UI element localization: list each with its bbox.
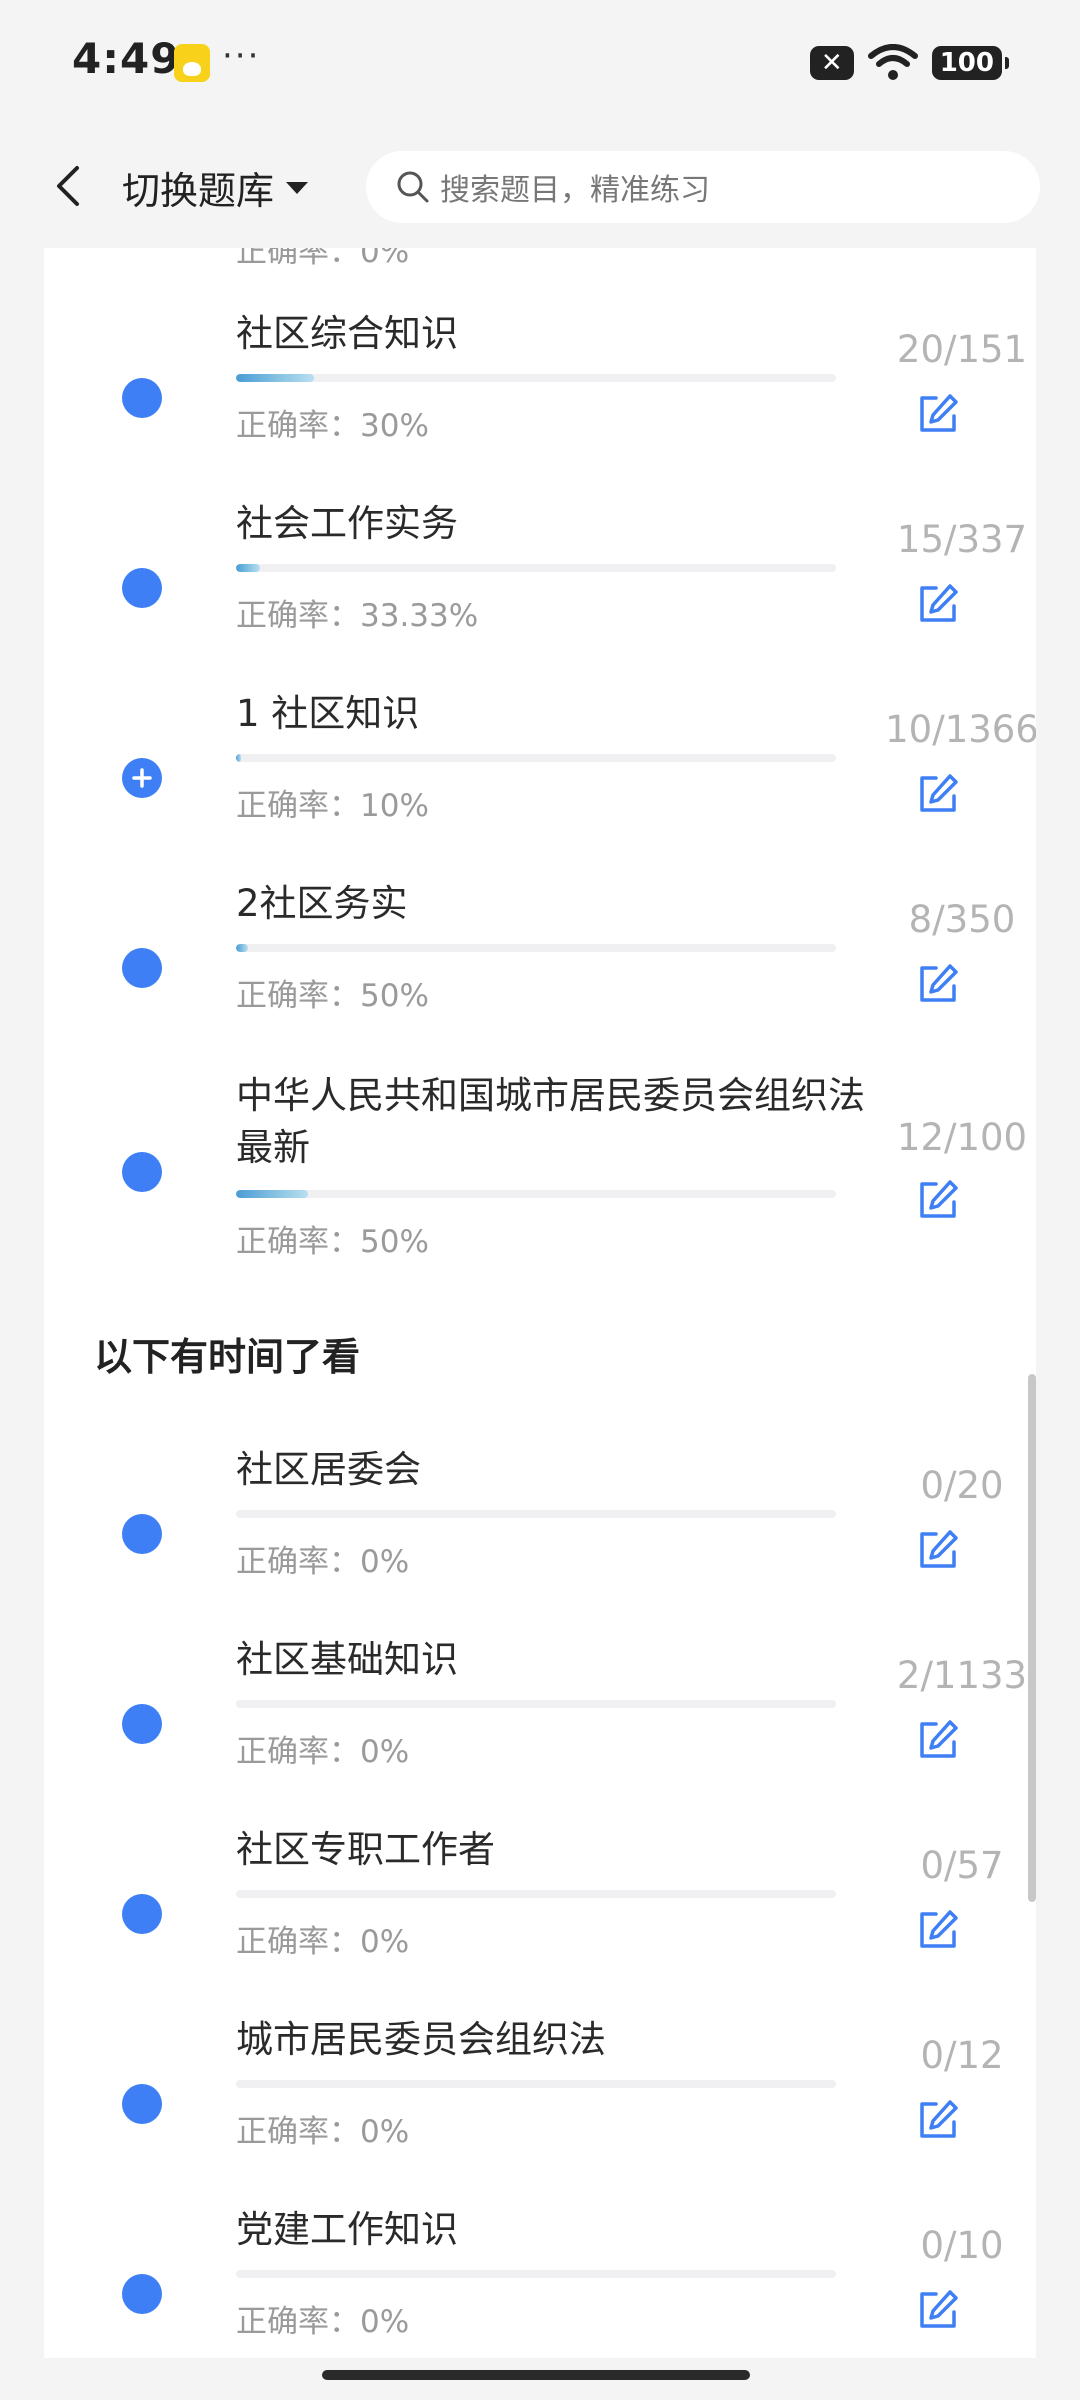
- question-count: 0/12: [920, 2034, 1004, 2077]
- item-title: 社区综合知识: [236, 312, 458, 355]
- item-title: 社区专职工作者: [236, 1828, 495, 1871]
- progress-bar: [236, 754, 836, 762]
- progress-bar: [236, 2270, 836, 2278]
- edit-practice-icon[interactable]: [914, 1526, 962, 1574]
- progress-bar: [236, 1890, 836, 1898]
- edit-practice-icon[interactable]: [914, 2096, 962, 2144]
- progress-bar: [236, 564, 836, 572]
- more-notifications-icon: ···: [222, 36, 261, 76]
- question-count: 2/1133: [896, 1654, 1028, 1697]
- status-dot-icon: [122, 378, 162, 418]
- add-circle-icon[interactable]: [122, 758, 162, 798]
- item-title: 社会工作实务: [236, 502, 458, 545]
- question-count: 0/20: [920, 1464, 1004, 1507]
- status-dot-icon: [122, 2274, 162, 2314]
- accuracy-text: 正确率：33.33%: [236, 598, 479, 634]
- progress-fill: [236, 374, 314, 382]
- accuracy-text: 正确率：50%: [236, 978, 429, 1014]
- edit-practice-icon[interactable]: [914, 390, 962, 438]
- question-count: 12/100: [896, 1116, 1028, 1159]
- switch-question-bank-dropdown[interactable]: 切换题库: [122, 160, 310, 215]
- edit-practice-icon[interactable]: [914, 1906, 962, 1954]
- progress-bar: [236, 2080, 836, 2088]
- status-dot-icon: [122, 1704, 162, 1744]
- progress-fill: [236, 944, 248, 952]
- accuracy-text: 正确率：30%: [236, 408, 429, 444]
- status-bar: 4:49 ··· ✕ 100: [0, 0, 1080, 124]
- progress-fill: [236, 754, 241, 762]
- caret-down-icon: [286, 181, 309, 194]
- back-arrow-icon: [57, 166, 79, 206]
- accuracy-text: 正确率：0%: [236, 2114, 410, 2150]
- progress-bar: [236, 1190, 836, 1198]
- edit-practice-icon[interactable]: [914, 1176, 962, 1224]
- edit-practice-icon[interactable]: [914, 2286, 962, 2334]
- question-count: 20/151: [896, 328, 1028, 371]
- edit-practice-icon[interactable]: [914, 770, 962, 818]
- status-dot-icon: [122, 2084, 162, 2124]
- progress-bar: [236, 374, 836, 382]
- accuracy-text: 正确率：50%: [236, 1224, 429, 1260]
- status-dot-icon: [122, 568, 162, 608]
- item-title: 社区居委会: [236, 1448, 421, 1491]
- edit-practice-icon[interactable]: [914, 1716, 962, 1764]
- search-icon: [397, 171, 429, 203]
- accuracy-text: 正确率：0%: [236, 1544, 410, 1580]
- accuracy-text: 正确率：0%: [236, 1924, 410, 1960]
- question-count: 10/1366: [885, 708, 1036, 751]
- no-sim-icon: ✕: [809, 46, 854, 80]
- progress-fill: [236, 564, 260, 572]
- question-count: 0/57: [920, 1844, 1004, 1887]
- item-title: 社区基础知识: [236, 1638, 458, 1681]
- question-count: 15/337: [896, 518, 1028, 561]
- search-placeholder: 搜索题目，精准练习: [440, 173, 710, 208]
- question-bank-list[interactable]: 正确率：0% 社区综合知识 正确率：30% 20/151 社会工作实务 正确率：…: [44, 248, 1036, 2358]
- progress-bar: [236, 944, 836, 952]
- status-time: 4:49: [72, 34, 181, 83]
- item-title: 中华人民共和国城市居民委员会组织法 最新: [236, 1074, 865, 1169]
- top-bar: 切换题库 搜索题目，精准练习: [0, 124, 1080, 248]
- search-input[interactable]: 搜索题目，精准练习: [366, 151, 1040, 223]
- scrollbar[interactable]: [1028, 1374, 1036, 1902]
- progress-bar: [236, 1700, 836, 1708]
- item-title: 1 社区知识: [236, 692, 420, 735]
- status-dot-icon: [122, 1894, 162, 1934]
- partial-accuracy-text: 正确率：0%: [236, 248, 410, 270]
- accuracy-text: 正确率：0%: [236, 2304, 410, 2340]
- battery-icon: 100: [931, 46, 1010, 80]
- accuracy-text: 正确率：0%: [236, 1734, 410, 1770]
- back-button[interactable]: [36, 154, 100, 218]
- progress-bar: [236, 1510, 836, 1518]
- status-dot-icon: [122, 1514, 162, 1554]
- section-title: 以下有时间了看: [94, 1326, 361, 1387]
- edit-practice-icon[interactable]: [914, 960, 962, 1008]
- question-count: 8/350: [908, 898, 1016, 941]
- edit-practice-icon[interactable]: [914, 580, 962, 628]
- item-title: 党建工作知识: [236, 2208, 458, 2251]
- home-indicator[interactable]: [322, 2370, 750, 2380]
- status-dot-icon: [122, 1152, 162, 1192]
- progress-fill: [236, 1190, 308, 1198]
- question-count: 0/10: [920, 2224, 1004, 2267]
- item-title: 2社区务实: [236, 882, 408, 925]
- app-notification-icon: [174, 44, 210, 82]
- wifi-icon: [867, 44, 918, 80]
- status-dot-icon: [122, 948, 162, 988]
- switch-bank-label: 切换题库: [122, 169, 275, 213]
- accuracy-text: 正确率：10%: [236, 788, 429, 824]
- item-title: 城市居民委员会组织法: [236, 2018, 606, 2061]
